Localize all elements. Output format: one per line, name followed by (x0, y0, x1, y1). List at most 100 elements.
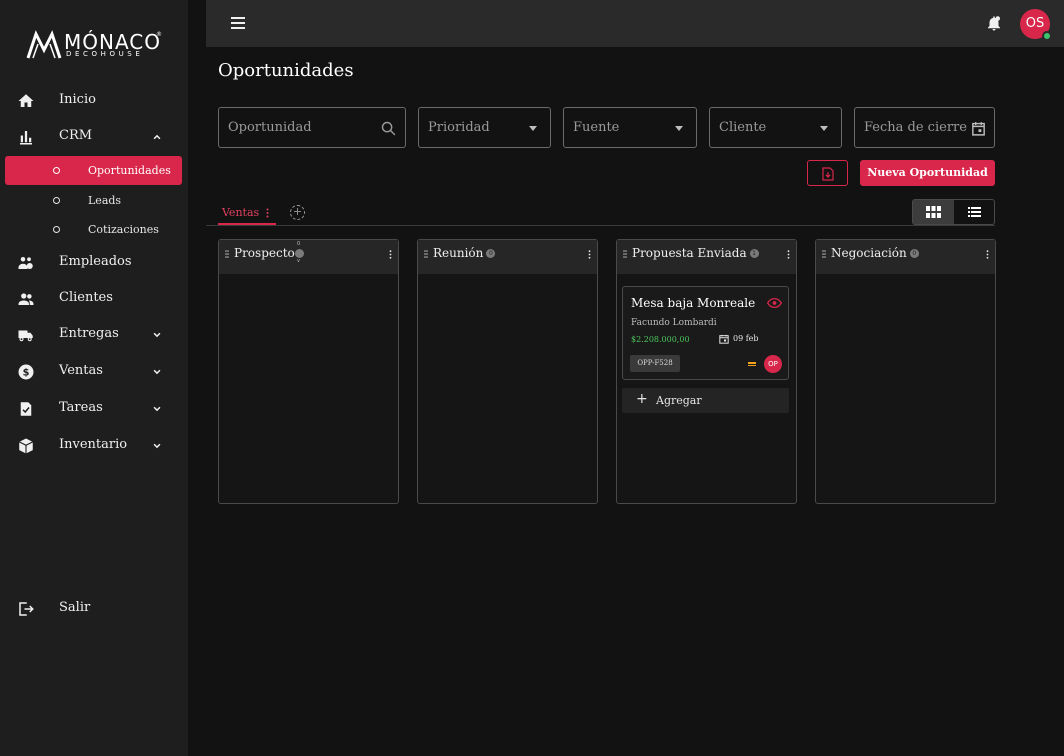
box-icon (18, 438, 34, 454)
calendar-icon[interactable] (970, 120, 987, 137)
list-icon (968, 207, 981, 217)
column-count-badge: 0 (909, 249, 919, 258)
hamburger-menu-icon[interactable] (230, 16, 246, 30)
column-menu-icon[interactable] (588, 250, 591, 259)
column-menu-icon[interactable] (986, 250, 989, 259)
bullet-icon (53, 226, 60, 233)
brand-logo[interactable]: MÓNACO ® DECOHOUSE (26, 30, 166, 62)
column-title-wrap: Propuesta Enviada 1 (632, 246, 759, 260)
chevron-up-icon (153, 134, 161, 140)
sidebar-subitem-label: Oportunidades (88, 164, 171, 177)
column-count-badge (295, 249, 304, 258)
sidebar-item-label: Entregas (59, 326, 119, 341)
bar-chart-icon (20, 131, 32, 145)
export-button[interactable] (807, 160, 848, 186)
bullet-icon (53, 197, 60, 204)
column-title: Negociación (831, 246, 907, 260)
sidebar-item-ventas[interactable]: $ Ventas (0, 355, 188, 387)
tabs-divider (206, 225, 995, 226)
column-header[interactable]: Negociación 0 (816, 240, 995, 274)
sidebar-item-label: Tareas (59, 400, 103, 415)
client-select[interactable]: Cliente (709, 107, 842, 148)
tab-options-icon[interactable] (266, 208, 269, 218)
search-placeholder: Oportunidad (228, 120, 312, 135)
kanban-column-negociacion: Negociación 0 (815, 239, 996, 504)
add-pipeline-button[interactable]: + (290, 205, 305, 220)
column-title-wrap: Negociación 0 (831, 246, 919, 260)
card-client: Facundo Lombardi (631, 318, 717, 328)
card-date: 09 feb (733, 334, 759, 343)
notification-bell-icon[interactable] (985, 14, 1003, 32)
opportunity-card[interactable]: Mesa baja Monreale Facundo Lombardi $2.2… (622, 286, 789, 380)
chevron-down-icon (153, 369, 161, 375)
add-card-label: Agregar (656, 394, 702, 407)
column-title-wrap: Reunión 0 (433, 246, 496, 260)
priority-placeholder: Prioridad (428, 120, 490, 135)
drag-handle-icon[interactable] (623, 250, 627, 258)
column-header[interactable]: Prospecto 0 v (219, 240, 398, 274)
view-eye-icon[interactable] (767, 297, 782, 309)
sidebar-subitem-oportunidades[interactable]: Oportunidades (5, 156, 182, 185)
logout-icon (19, 602, 34, 616)
logout-button[interactable]: Salir (0, 592, 188, 624)
card-code-badge: OPP-F528 (630, 355, 680, 372)
close-date-placeholder: Fecha de cierre (864, 120, 967, 135)
column-count-bottom: v (297, 258, 300, 264)
priority-select[interactable]: Prioridad (418, 107, 551, 148)
column-count-top: 0 (297, 241, 301, 247)
sidebar-item-label: Empleados (59, 254, 132, 269)
file-export-icon (822, 167, 834, 181)
column-menu-icon[interactable] (787, 250, 790, 259)
task-icon (20, 402, 32, 416)
search-icon (381, 121, 396, 136)
new-opportunity-button[interactable]: Nueva Oportunidad (860, 160, 995, 186)
client-placeholder: Cliente (719, 120, 767, 135)
drag-handle-icon[interactable] (225, 250, 229, 258)
dropdown-arrow-icon (820, 126, 828, 131)
search-input[interactable]: Oportunidad (218, 107, 406, 148)
list-view-button[interactable] (954, 200, 994, 224)
add-card-button[interactable]: + Agregar (622, 388, 789, 413)
column-header[interactable]: Reunión 0 (418, 240, 597, 274)
sidebar-subitem-cotizaciones[interactable]: Cotizaciones (5, 215, 182, 244)
tab-label: Ventas (222, 206, 260, 219)
logout-label: Salir (59, 600, 91, 615)
sidebar-item-inventario[interactable]: Inventario (0, 429, 188, 461)
column-count-badge: 1 (749, 249, 759, 258)
tab-ventas[interactable]: Ventas (218, 204, 276, 224)
sidebar-item-label: Ventas (59, 363, 103, 378)
column-header[interactable]: Propuesta Enviada 1 (617, 240, 796, 274)
column-menu-icon[interactable] (389, 250, 392, 259)
monaco-logo-mark (26, 30, 62, 59)
bullet-icon (53, 167, 60, 174)
sidebar-item-clientes[interactable]: Clientes (0, 282, 188, 314)
dropdown-arrow-icon (529, 126, 537, 131)
source-placeholder: Fuente (573, 120, 620, 135)
sidebar-item-tareas[interactable]: Tareas (0, 392, 188, 424)
sidebar-item-entregas[interactable]: Entregas (0, 318, 188, 350)
dropdown-arrow-icon (675, 126, 683, 131)
people-icon (18, 293, 34, 305)
page-title: Oportunidades (218, 60, 354, 81)
close-date-field[interactable]: Fecha de cierre (854, 107, 995, 148)
grid-view-button[interactable] (913, 200, 954, 224)
sidebar-item-inicio[interactable]: Inicio (0, 84, 188, 116)
chevron-down-icon (153, 443, 161, 449)
sidebar-subitem-leads[interactable]: Leads (5, 186, 182, 215)
drag-handle-icon[interactable] (424, 250, 428, 258)
sidebar: MÓNACO ® DECOHOUSE Inicio CRM Oportunida… (0, 0, 188, 756)
source-select[interactable]: Fuente (563, 107, 697, 148)
column-title: Propuesta Enviada (632, 246, 747, 260)
drag-handle-icon[interactable] (822, 250, 826, 258)
column-title: Prospecto (234, 246, 295, 260)
sidebar-item-empleados[interactable]: Empleados (0, 246, 188, 278)
column-count-badge: 0 (486, 249, 496, 258)
view-toggle (912, 199, 995, 225)
card-owner-avatar[interactable]: OP (764, 355, 782, 373)
sidebar-subitem-label: Cotizaciones (88, 223, 159, 236)
online-status-dot (1042, 31, 1052, 41)
home-icon (18, 94, 34, 107)
sidebar-item-crm[interactable]: CRM (0, 120, 188, 152)
card-amount: $2.208.000,00 (631, 335, 690, 344)
sidebar-item-label: Inventario (59, 437, 128, 452)
